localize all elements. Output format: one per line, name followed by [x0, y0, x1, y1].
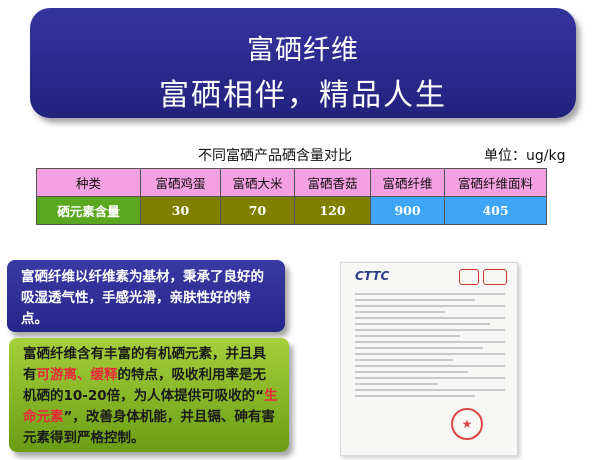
intro-text: 富硒纤维以纤维素为基材，秉承了良好的吸湿透气性，手感光滑，亲肤性好的特点。 — [21, 269, 264, 327]
page-title: 富硒纤维 — [247, 35, 359, 66]
intro-text-box: 富硒纤维以纤维素为基材，秉承了良好的吸湿透气性，手感光滑，亲肤性好的特点。 — [7, 260, 285, 332]
table-value-row: 硒元素含量 30 70 120 900 405 — [36, 196, 547, 225]
certificate-logo: CTTC — [355, 269, 390, 283]
slogan: 富硒相伴，精品人生 — [159, 78, 447, 113]
detail-text-box: 富硒纤维含有丰富的有机硒元素，并且具有可游离、缓释的特点，吸收利用率是无机硒的1… — [9, 338, 289, 452]
value-cell: 120 — [294, 196, 371, 225]
selenium-comparison-table: 种类 富硒鸡蛋 富硒大米 富硒香菇 富硒纤维 富硒纤维面料 硒元素含量 30 7… — [36, 168, 547, 225]
table-unit: 单位：ug/kg — [484, 148, 566, 164]
value-cell-highlight: 405 — [444, 196, 547, 225]
header-cell-product: 富硒纤维 — [370, 168, 445, 197]
header-cell-category: 种类 — [36, 168, 141, 197]
header-cell-product: 富硒大米 — [220, 168, 295, 197]
table-header-row: 种类 富硒鸡蛋 富硒大米 富硒香菇 富硒纤维 富硒纤维面料 — [36, 168, 547, 197]
accreditation-mark-icon — [483, 269, 507, 285]
certificate-body — [355, 289, 505, 401]
value-cell-highlight: 900 — [370, 196, 445, 225]
header-cell-product: 富硒鸡蛋 — [140, 168, 221, 197]
header-cell-product: 富硒香菇 — [294, 168, 371, 197]
official-seal-icon: ★ — [451, 408, 483, 440]
title-banner: 富硒纤维 富硒相伴，精品人生 — [30, 8, 576, 118]
header-cell-product: 富硒纤维面料 — [444, 168, 547, 197]
value-cell: 70 — [220, 196, 295, 225]
value-cell: 30 — [140, 196, 221, 225]
detail-highlight-release: 可游离、缓释 — [36, 367, 118, 383]
accreditation-mark-icon — [459, 269, 479, 285]
test-certificate-image: CTTC ★ — [340, 262, 518, 456]
row-label-selenium-content: 硒元素含量 — [36, 196, 141, 225]
table-caption: 不同富硒产品硒含量对比 — [198, 148, 352, 164]
